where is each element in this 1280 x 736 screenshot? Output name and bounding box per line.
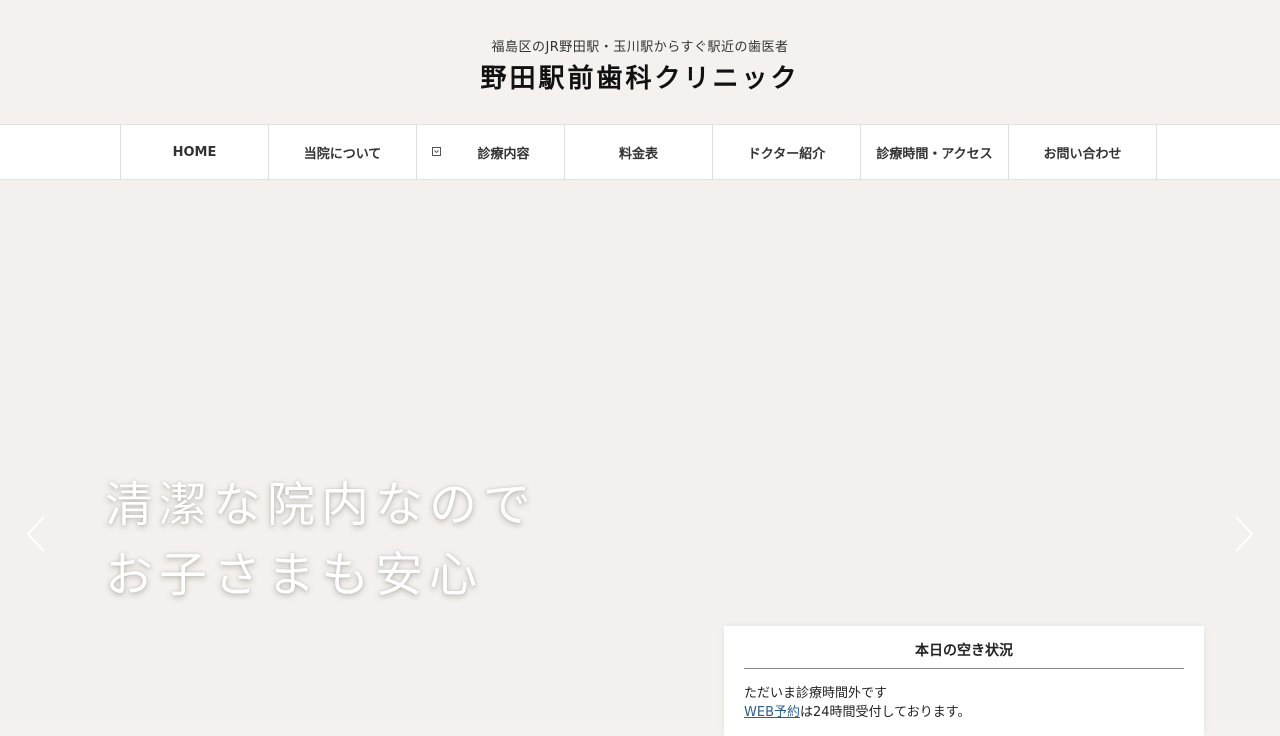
nav-item-label: お問い合わせ	[1043, 147, 1122, 162]
chevron-right-icon	[1235, 516, 1254, 552]
nav-item-label: HOME	[172, 145, 217, 160]
availability-title: 本日の空き状況	[915, 643, 1013, 659]
nav-item-label: 診療時間・アクセス	[876, 147, 993, 162]
nav-item-home[interactable]: HOME	[121, 125, 269, 180]
nav-item-label: 診療内容	[477, 147, 530, 162]
nav-list: HOME 当院について 診療内容 料金表 ドクター紹介 診療時間・アクセス お問…	[120, 125, 1157, 180]
nav-item-contact[interactable]: お問い合わせ	[1009, 125, 1157, 180]
nav-item-label: 料金表	[618, 147, 658, 162]
hero-copy-line-1: 清潔な院内なので	[105, 477, 538, 533]
availability-web-note: WEB予約は24時間受付しております。	[744, 701, 970, 720]
hero-copy: 清潔な院内なので お子さまも安心	[105, 470, 537, 610]
chevron-left-icon	[26, 516, 45, 552]
slider-prev-button[interactable]	[22, 514, 52, 554]
chevron-down-icon[interactable]	[432, 147, 441, 156]
availability-status: ただいま診療時間外です	[744, 686, 888, 701]
web-reservation-link[interactable]: WEB予約	[744, 705, 800, 720]
web-reservation-note: は24時間受付しております。	[800, 705, 971, 720]
nav-item-price[interactable]: 料金表	[565, 125, 713, 180]
global-nav: HOME 当院について 診療内容 料金表 ドクター紹介 診療時間・アクセス お問…	[0, 124, 1280, 180]
slider-next-button[interactable]	[1228, 514, 1258, 554]
site-tagline: 福島区のJR野田駅・玉川駅からすぐ駅近の歯医者	[491, 40, 789, 55]
availability-divider	[744, 668, 1184, 669]
nav-item-label: ドクター紹介	[747, 147, 826, 162]
hero-copy-line-2: お子さまも安心	[105, 547, 484, 603]
nav-item-about[interactable]: 当院について	[269, 125, 417, 180]
nav-item-label: 当院について	[303, 147, 382, 162]
nav-item-doctor[interactable]: ドクター紹介	[713, 125, 861, 180]
site-header: 福島区のJR野田駅・玉川駅からすぐ駅近の歯医者 野田駅前歯科クリニック	[0, 0, 1280, 124]
nav-item-hours-access[interactable]: 診療時間・アクセス	[861, 125, 1009, 180]
nav-item-treatments[interactable]: 診療内容	[417, 125, 565, 180]
site-title[interactable]: 野田駅前歯科クリニック	[0, 58, 1280, 95]
